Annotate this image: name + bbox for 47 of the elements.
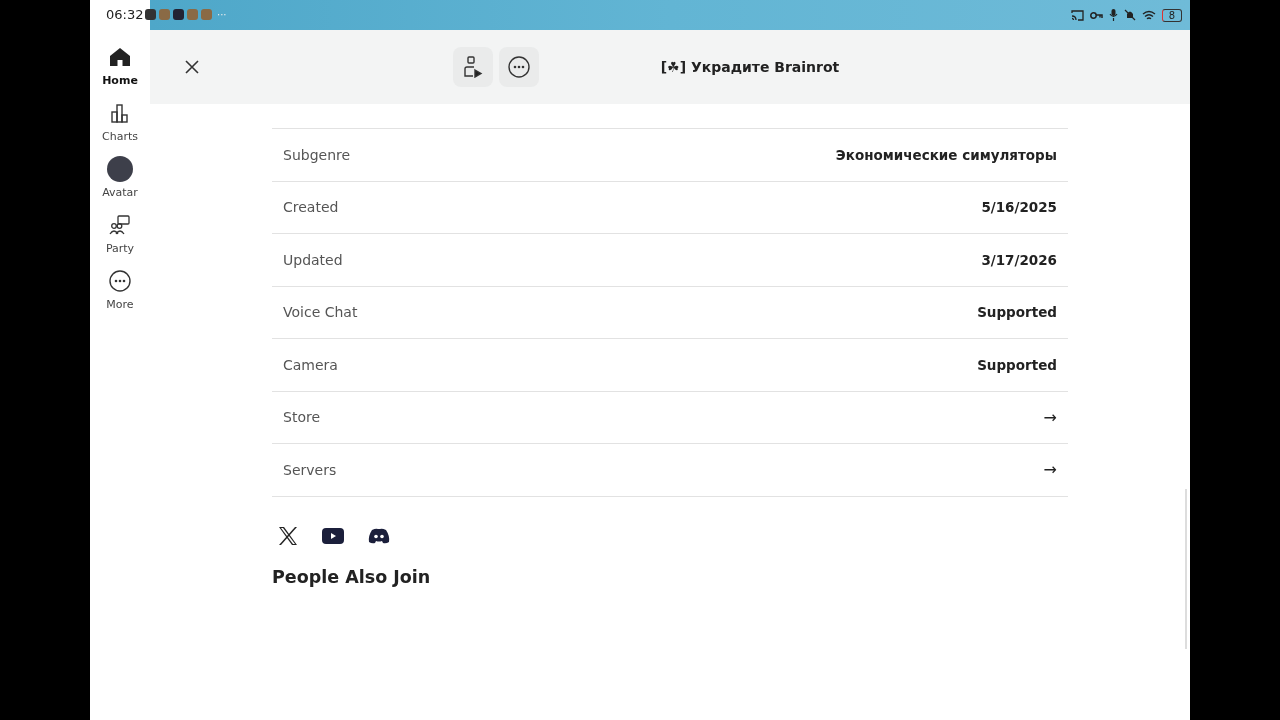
- nav-item[interactable]: More: [92, 268, 148, 311]
- detail-value: 3/17/2026: [981, 251, 1057, 268]
- close-button[interactable]: [184, 59, 200, 75]
- avatar-icon: [107, 156, 133, 182]
- detail-label: Servers: [283, 461, 337, 478]
- notification-icon: [187, 9, 198, 20]
- detail-label: Camera: [283, 356, 338, 373]
- detail-value: Supported: [977, 356, 1057, 373]
- arrow-link[interactable]: →: [1043, 407, 1057, 427]
- cast-icon: [1070, 9, 1084, 21]
- bell-off-icon: [1123, 9, 1136, 21]
- clock: 06:32: [106, 7, 144, 22]
- arrow-link[interactable]: →: [1043, 460, 1057, 480]
- detail-label: Created: [283, 199, 339, 216]
- notification-icon: [173, 9, 184, 20]
- more-icon: [508, 56, 530, 78]
- detail-value: Supported: [977, 304, 1057, 321]
- detail-value: Экономические симуляторы: [835, 146, 1057, 163]
- notification-icon: [145, 9, 156, 20]
- more-icon: [109, 270, 131, 292]
- key-icon: [1089, 10, 1103, 20]
- x-logo-icon[interactable]: [278, 526, 298, 545]
- detail-label: Subgenre: [283, 146, 351, 163]
- nav-item[interactable]: Avatar: [92, 156, 148, 199]
- section-heading: People Also Join: [272, 566, 431, 587]
- battery-indicator: 8: [1161, 8, 1182, 22]
- detail-label: Voice Chat: [283, 304, 358, 321]
- nav-item[interactable]: Charts: [92, 100, 148, 143]
- people-icon: [109, 214, 131, 236]
- nav-item[interactable]: Home: [92, 44, 148, 87]
- game-controller-icon[interactable]: [368, 527, 390, 544]
- play-icon[interactable]: [322, 527, 344, 544]
- page-title: [☘] Украдите Brainrot: [660, 59, 840, 75]
- home-icon: [109, 47, 131, 67]
- detail-label: Updated: [283, 251, 343, 268]
- bar-chart-icon: [110, 103, 130, 123]
- detail-value: 5/16/2025: [981, 199, 1057, 216]
- microphone-icon: [1108, 9, 1118, 21]
- notification-icon: [159, 9, 170, 20]
- more-notifications: ···: [217, 9, 227, 20]
- person-play-icon: [463, 56, 483, 78]
- nav-item[interactable]: Party: [92, 212, 148, 255]
- player-button[interactable]: [453, 47, 493, 87]
- wifi-icon: [1141, 9, 1156, 21]
- notification-icon: [201, 9, 212, 20]
- detail-label: Store: [283, 409, 320, 426]
- more-button[interactable]: [499, 47, 539, 87]
